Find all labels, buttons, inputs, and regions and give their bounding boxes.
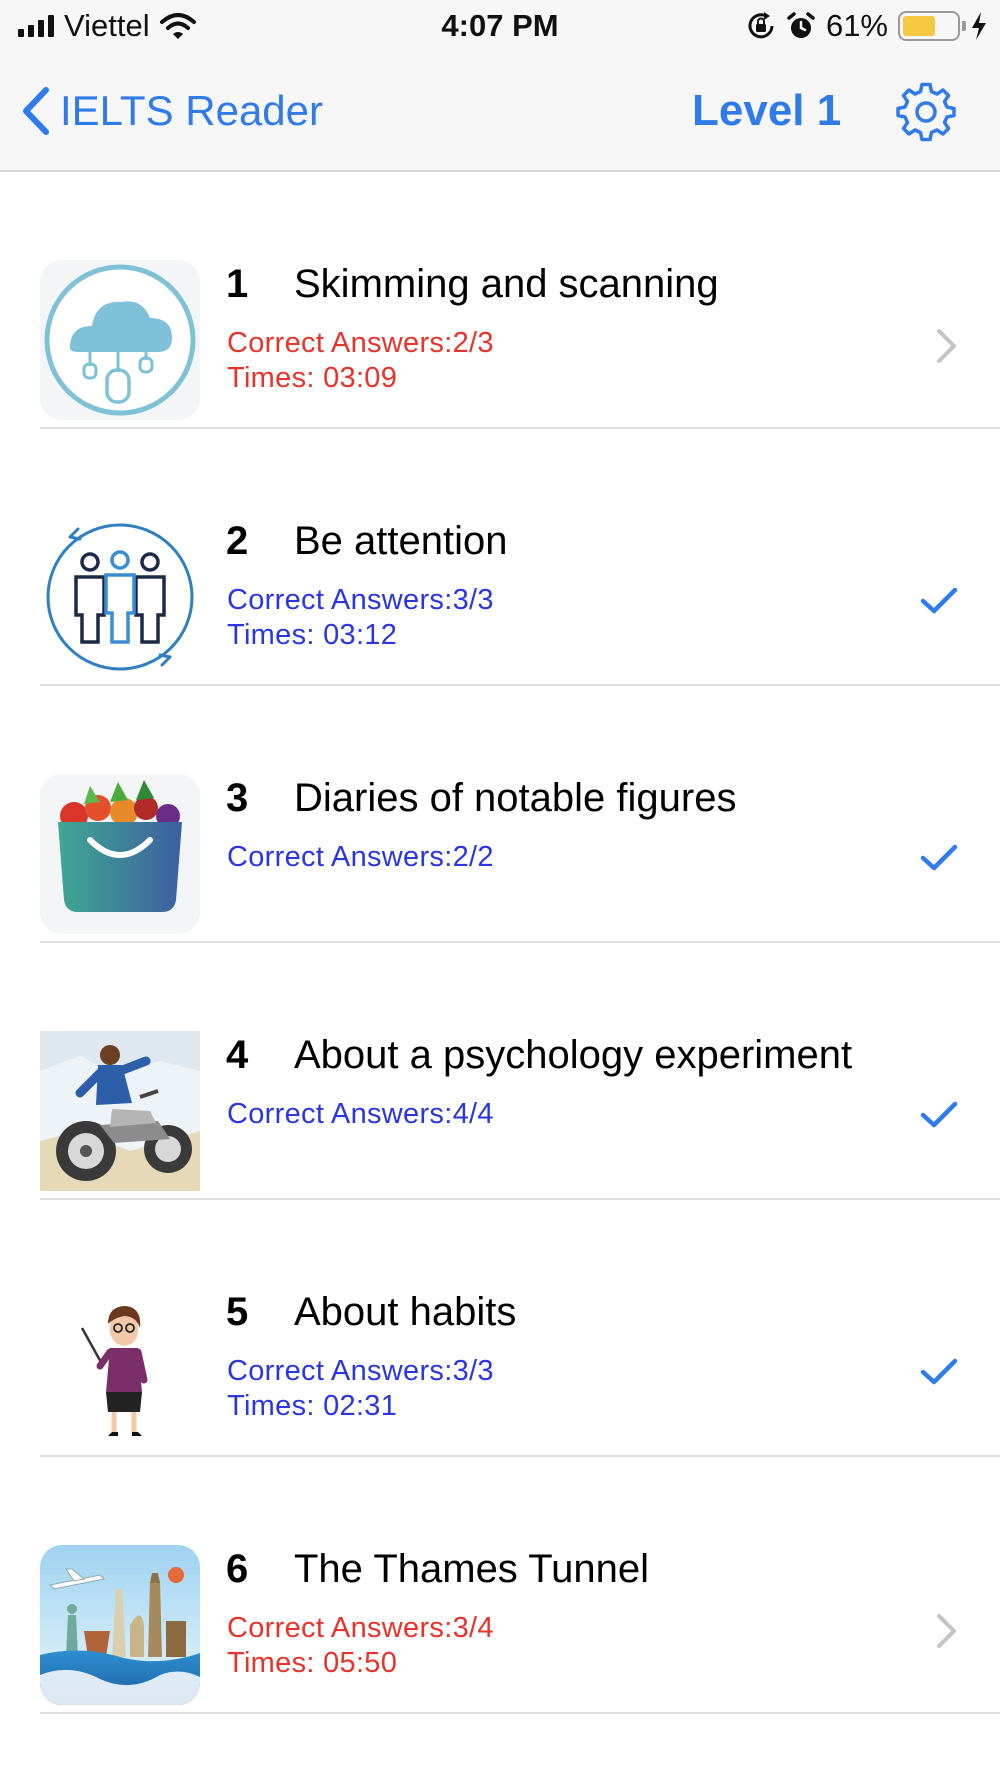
lesson-number: 6 — [226, 1547, 249, 1591]
checkmark-icon — [920, 1101, 958, 1134]
status-bar: Viettel 4:07 PM 61% — [0, 0, 1000, 56]
back-button[interactable]: IELTS Reader — [20, 86, 323, 136]
lesson-number: 1 — [226, 262, 249, 306]
charging-bolt-icon — [972, 12, 986, 40]
checkmark-icon — [920, 587, 958, 620]
vegetable-basket-icon — [40, 774, 200, 934]
lesson-thumbnail — [40, 260, 200, 420]
chevron-left-icon — [23, 87, 49, 135]
navigation-bar: IELTS Reader Level 1 — [0, 56, 1000, 172]
battery-fill — [903, 16, 935, 36]
lesson-title: Diaries of notable figures — [294, 776, 737, 820]
list-item[interactable]: 1 Skimming and scanning Correct Answers:… — [40, 172, 1000, 429]
lesson-number: 5 — [226, 1290, 249, 1334]
battery-icon — [898, 11, 966, 41]
lesson-time: Times: 02:31 — [227, 1390, 398, 1422]
lesson-thumbnail — [40, 774, 200, 934]
lesson-number: 3 — [226, 776, 249, 820]
list-item[interactable]: 6 The Thames Tunnel Correct Answers:3/4 … — [40, 1457, 1000, 1714]
lesson-thumbnail — [40, 1288, 200, 1448]
status-right: 61% — [746, 8, 988, 44]
page-title: Level 1 — [692, 86, 842, 135]
list-item[interactable]: 3 Diaries of notable figures Correct Ans… — [40, 686, 1000, 943]
settings-button[interactable] — [896, 82, 956, 147]
checkmark-icon — [920, 1358, 958, 1391]
correct-answers: Correct Answers:3/4 — [227, 1612, 494, 1644]
back-label: IELTS Reader — [60, 87, 324, 134]
checkmark-icon — [920, 844, 958, 877]
correct-answers: Correct Answers:3/3 — [227, 584, 494, 616]
lesson-thumbnail — [40, 517, 200, 677]
chevron-right-icon — [936, 1613, 958, 1654]
alarm-icon — [787, 12, 815, 38]
battery-percent: 61% — [825, 8, 888, 43]
correct-answers: Correct Answers:4/4 — [227, 1098, 494, 1130]
cloud-icon — [40, 260, 200, 420]
correct-answers: Correct Answers:2/2 — [227, 841, 494, 873]
correct-answers: Correct Answers:3/3 — [227, 1355, 494, 1387]
teacher-illustration — [80, 1306, 148, 1436]
correct-answers: Correct Answers:2/3 — [227, 327, 494, 359]
orientation-lock-icon — [748, 12, 774, 39]
lesson-time: Times: 03:12 — [227, 619, 398, 651]
lesson-title: About habits — [294, 1290, 517, 1334]
lesson-title: Be attention — [294, 519, 508, 563]
lesson-time: Times: 05:50 — [227, 1647, 398, 1679]
lesson-thumbnail — [40, 1545, 200, 1705]
lesson-title: Skimming and scanning — [294, 262, 719, 306]
team-icon — [46, 523, 194, 671]
lesson-title: About a psychology experiment — [294, 1033, 853, 1077]
lesson-number: 2 — [226, 519, 249, 563]
list-item[interactable]: 5 About habits Correct Answers:3/3 Times… — [40, 1200, 1000, 1457]
list-item[interactable]: 4 About a psychology experiment Correct … — [40, 943, 1000, 1200]
gear-icon — [896, 82, 956, 142]
world-landmarks-illustration — [40, 1545, 200, 1705]
motorbike-illustration — [40, 1031, 200, 1191]
chevron-right-icon — [936, 328, 958, 369]
list-item[interactable]: 2 Be attention Correct Answers:3/3 Times… — [40, 429, 1000, 686]
lesson-title: The Thames Tunnel — [294, 1547, 650, 1591]
lesson-thumbnail — [40, 1031, 200, 1191]
lesson-time: Times: 03:09 — [227, 362, 398, 394]
lesson-number: 4 — [226, 1033, 249, 1077]
